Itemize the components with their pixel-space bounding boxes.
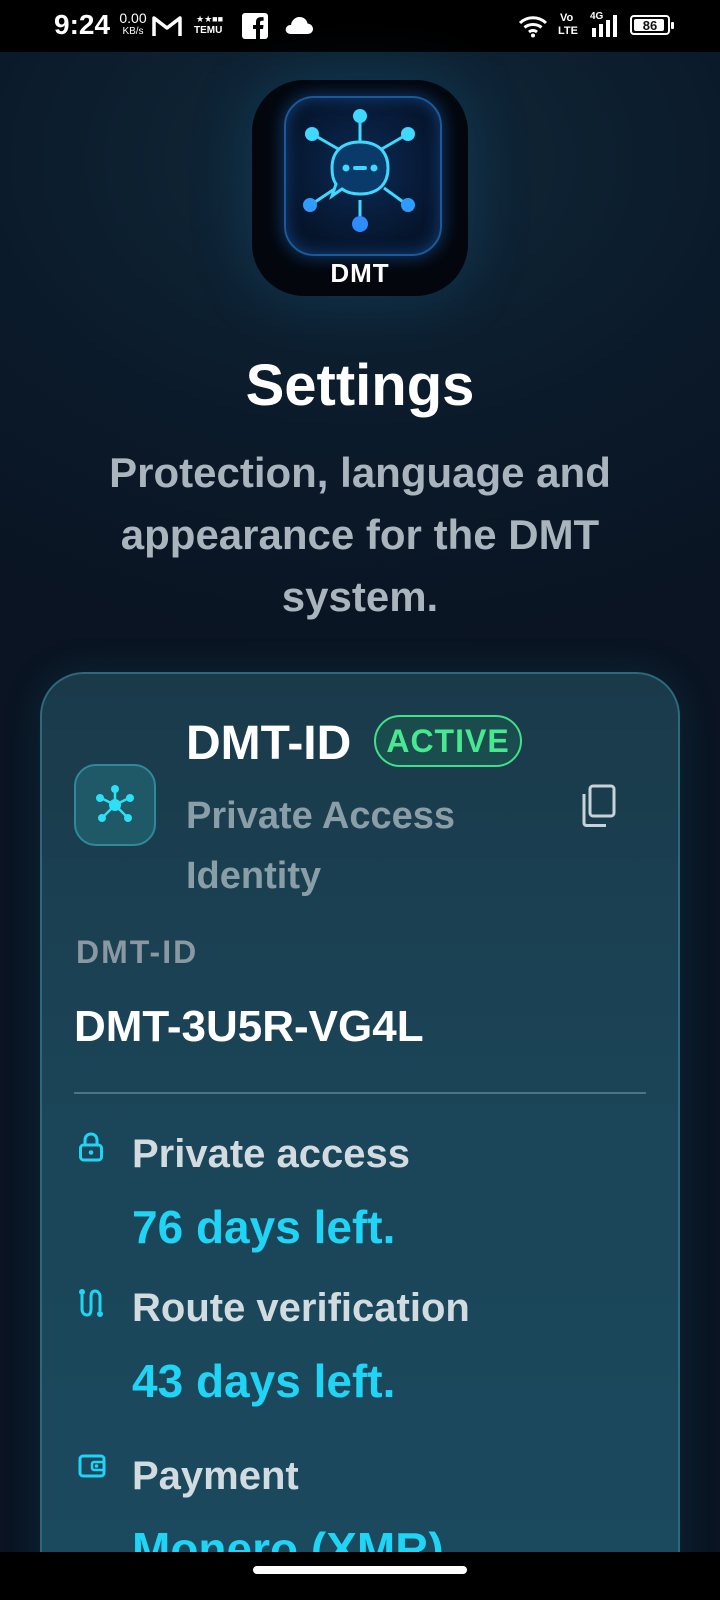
page-subtitle: Protection, language and appearance for … [109,449,611,620]
network-speed-value: 0.00 [119,10,147,26]
network-nodes-icon [96,785,134,822]
battery-nub [671,22,674,29]
dmt-id-label: DMT-ID [76,934,199,970]
temu-label: TEMU [194,25,223,36]
app-logo-label: DMT [330,258,390,288]
divider [74,1092,646,1094]
dmt-id-value: DMT-3U5R-VG4L [74,1002,424,1051]
payment-label: Payment [132,1454,299,1498]
route-verification-label: Route verification [132,1286,470,1330]
signal-icon [592,15,617,37]
settings-screen: 9:24 0.00 KB/s ★★■■ TEMU Vo LTE 4G 86 DM… [0,0,720,1600]
route-icon [79,1289,103,1317]
identity-card-title: DMT-ID [186,717,352,770]
route-verification-value: 43 days left. [132,1355,396,1407]
volte-top: Vo [560,12,574,24]
home-gesture-handle[interactable] [253,1566,467,1574]
cloud-icon [285,17,313,34]
facebook-icon [242,13,268,39]
volte-indicator: Vo LTE [558,13,584,39]
network-speed-unit: KB/s [122,26,144,37]
page-title: Settings [245,353,475,418]
app-logo: DMT [252,80,468,296]
status-bar: 9:24 0.00 KB/s ★★■■ TEMU Vo LTE 4G 86 [0,0,720,52]
gmail-icon [152,16,182,36]
status-time: 9:24 [54,9,111,40]
network-speed: 0.00 KB/s [116,11,150,39]
battery-level: 86 [642,18,658,33]
lock-icon [79,1132,103,1162]
battery-icon: 86 [630,15,674,35]
identity-badge [74,764,156,846]
volte-bottom: LTE [558,25,578,37]
status-badge: ACTIVE [374,715,522,767]
private-access-value: 76 days left. [132,1201,396,1253]
temu-icon: ★★■■ TEMU [194,14,224,36]
wallet-icon [78,1454,106,1478]
identity-card-subtitle: Private Access Identity [186,795,456,897]
wifi-icon [518,16,548,38]
copy-icon[interactable] [578,784,618,828]
private-access-label: Private access [132,1132,411,1176]
navigation-bar [0,1552,720,1600]
